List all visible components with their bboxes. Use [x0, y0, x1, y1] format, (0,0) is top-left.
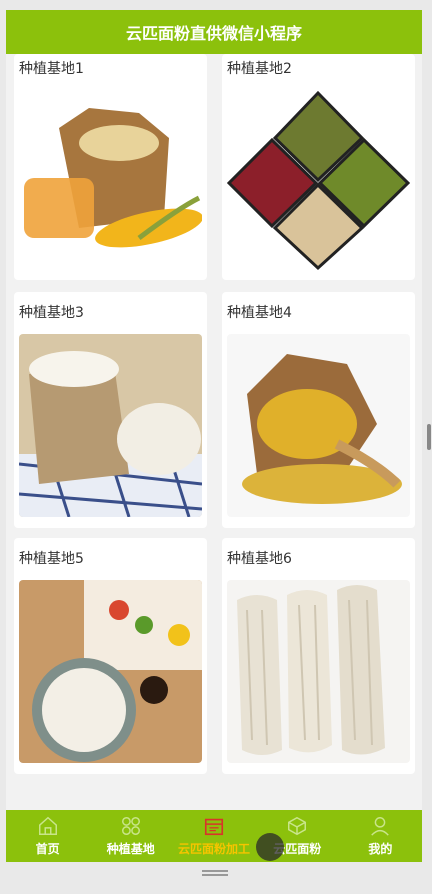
box-icon	[288, 816, 307, 836]
grid-flower-icon	[121, 817, 140, 835]
base-card-2[interactable]: 种植基地2	[222, 54, 415, 280]
tab-label: 云匹面粉加工	[178, 842, 251, 856]
home-icon	[38, 816, 57, 835]
calendar-icon	[204, 818, 224, 836]
tab-processing[interactable]: 云匹面粉加工	[172, 810, 255, 862]
base-card-6[interactable]: 种植基地6	[222, 538, 415, 774]
tab-bases[interactable]: 种植基地	[89, 810, 172, 862]
phone-screen: 云匹面粉直供微信小程序 种植基地1 种植基地2 种植基地3 种植基地4 种植基地…	[6, 10, 422, 862]
card-image-rice-noodles	[227, 580, 410, 763]
tab-label: 首页	[35, 842, 60, 856]
card-image-grains-diamond	[227, 88, 410, 271]
tab-home[interactable]: 首页	[6, 810, 89, 862]
card-label: 种植基地3	[19, 305, 84, 321]
base-card-3[interactable]: 种植基地3	[14, 292, 207, 528]
base-card-5[interactable]: 种植基地5	[14, 538, 207, 774]
tab-label: 种植基地	[106, 842, 155, 856]
card-label: 种植基地5	[19, 551, 84, 567]
user-icon	[371, 817, 390, 836]
tab-mine[interactable]: 我的	[339, 810, 422, 862]
base-card-1[interactable]: 种植基地1	[14, 54, 207, 280]
floating-assist-button[interactable]	[256, 833, 284, 861]
card-label: 种植基地4	[227, 305, 292, 321]
scrollbar-thumb[interactable]	[427, 424, 431, 450]
card-label: 种植基地2	[227, 61, 292, 77]
tab-label: 我的	[368, 842, 393, 856]
card-image-rice-sack	[19, 334, 202, 517]
menu-handle-icon[interactable]	[202, 870, 228, 876]
card-image-corn-beans	[19, 88, 202, 271]
base-card-4[interactable]: 种植基地4	[222, 292, 415, 528]
card-label: 种植基地6	[227, 551, 292, 567]
card-image-millet-scoop	[227, 334, 410, 517]
system-nav-bar	[0, 862, 432, 894]
card-label: 种植基地1	[19, 61, 84, 77]
bottom-tabbar: 首页 种植基地 云匹面粉加工 云匹面粉 我的	[6, 810, 422, 862]
page-title: 云匹面粉直供微信小程序	[125, 24, 302, 43]
page-header: 云匹面粉直供微信小程序	[6, 10, 422, 54]
card-image-noodle-dish	[19, 580, 202, 763]
